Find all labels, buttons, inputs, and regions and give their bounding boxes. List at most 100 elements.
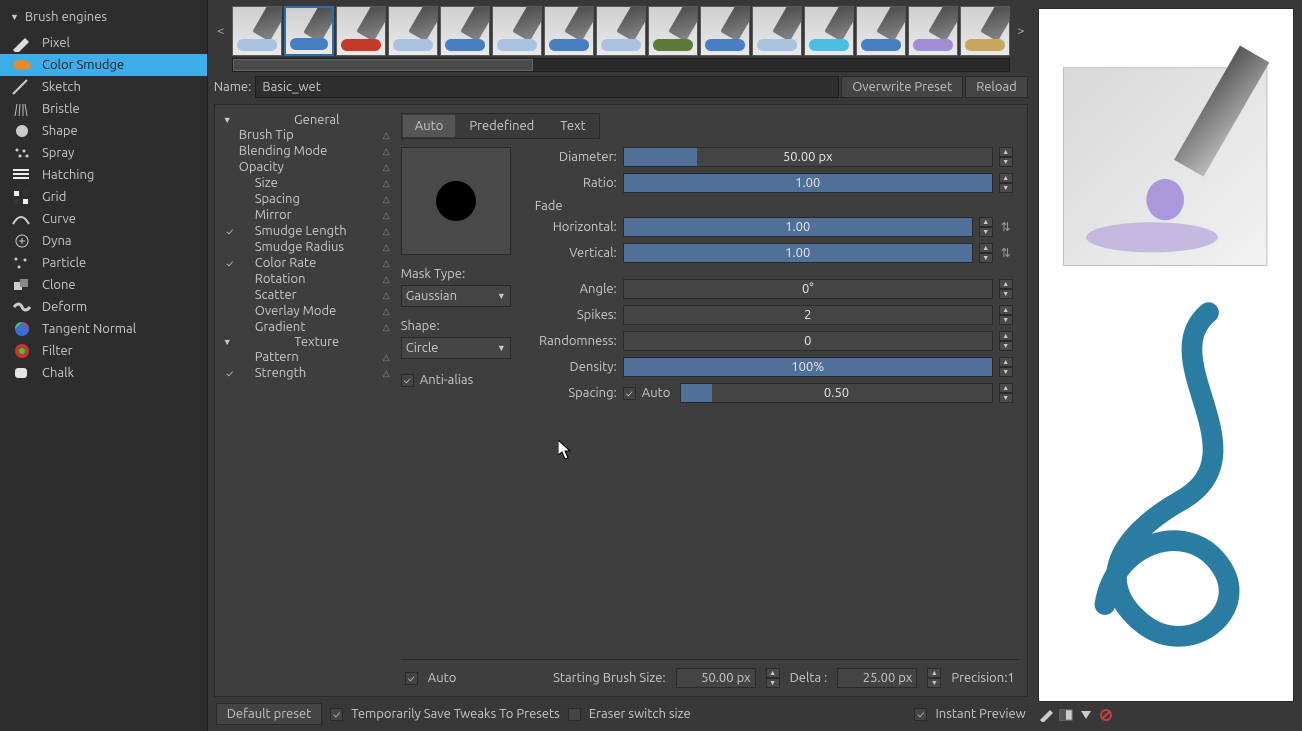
link-icon[interactable]: ⇅ xyxy=(999,246,1013,260)
tree-row[interactable]: Scatter△ xyxy=(223,287,393,303)
preset-thumb[interactable] xyxy=(856,6,906,56)
param-spin[interactable]: ▲▼ xyxy=(979,217,993,237)
param-spin[interactable]: ▲▼ xyxy=(999,147,1013,167)
engine-item-shape[interactable]: Shape xyxy=(0,120,207,142)
preset-thumb[interactable] xyxy=(908,6,958,56)
tree-row[interactable]: Gradient△ xyxy=(223,319,393,335)
param-spin[interactable]: ▲▼ xyxy=(979,243,993,263)
tree-row[interactable]: Rotation△ xyxy=(223,271,393,287)
param-slider[interactable]: 2 xyxy=(623,305,993,325)
preset-thumb[interactable] xyxy=(284,6,334,56)
param-spin[interactable]: ▲▼ xyxy=(999,383,1013,403)
param-slider[interactable]: 1.00 xyxy=(623,173,993,193)
shape-combo[interactable]: Circle▼ xyxy=(401,337,511,359)
sbs-spin[interactable]: ▲▼ xyxy=(766,668,780,688)
tree-row[interactable]: Mirror△ xyxy=(223,207,393,223)
preset-thumb[interactable] xyxy=(544,6,594,56)
fill-bg-button[interactable] xyxy=(1078,708,1094,725)
tree-row[interactable]: Brush Tip△ xyxy=(223,127,393,143)
engine-item-sketch[interactable]: Sketch xyxy=(0,76,207,98)
clear-button[interactable] xyxy=(1098,708,1114,725)
param-slider[interactable]: 100% xyxy=(623,357,993,377)
tab-text[interactable]: Text xyxy=(548,115,597,137)
param-slider[interactable]: 1.00 xyxy=(623,243,973,263)
antialias-row[interactable]: ✓ Anti-alias xyxy=(401,373,521,387)
param-spin[interactable]: ▲▼ xyxy=(999,279,1013,299)
reload-button[interactable]: Reload xyxy=(965,76,1028,98)
engine-item-curve[interactable]: Curve xyxy=(0,208,207,230)
engine-item-hatch[interactable]: Hatching xyxy=(0,164,207,186)
default-preset-button[interactable]: Default preset xyxy=(216,703,323,725)
param-slider[interactable]: 0 xyxy=(623,331,993,351)
presets-scroll-right[interactable]: > xyxy=(1014,24,1028,38)
preset-thumb[interactable] xyxy=(492,6,542,56)
delta-spinbox[interactable]: 25.00 px xyxy=(837,668,917,688)
preset-thumb[interactable] xyxy=(648,6,698,56)
param-spin[interactable]: ▲▼ xyxy=(999,357,1013,377)
engine-item-filter[interactable]: Filter xyxy=(0,340,207,362)
tree-check[interactable]: ✓ xyxy=(223,226,237,237)
tree-row[interactable]: Smudge Radius△ xyxy=(223,239,393,255)
preset-thumb[interactable] xyxy=(960,6,1010,56)
engine-item-spray[interactable]: Spray xyxy=(0,142,207,164)
antialias-checkbox[interactable]: ✓ xyxy=(401,374,414,387)
preset-thumb[interactable] xyxy=(700,6,750,56)
param-spin[interactable]: ▲▼ xyxy=(999,173,1013,193)
collapse-icon[interactable]: ▼ xyxy=(10,12,19,22)
preset-thumb[interactable] xyxy=(596,6,646,56)
preset-name-input[interactable] xyxy=(255,76,839,98)
tree-row[interactable]: ✓Strength△ xyxy=(223,365,393,381)
preset-thumb[interactable] xyxy=(336,6,386,56)
link-icon[interactable]: ⇅ xyxy=(999,220,1013,234)
preset-thumb[interactable] xyxy=(440,6,490,56)
scratchpad[interactable] xyxy=(1038,8,1294,702)
engine-item-chalk[interactable]: Chalk xyxy=(0,362,207,384)
engine-item-grid[interactable]: Grid xyxy=(0,186,207,208)
tree-row[interactable]: Opacity△ xyxy=(223,159,393,175)
tree-check[interactable]: ✓ xyxy=(223,368,237,379)
instant-checkbox[interactable]: ✓ xyxy=(914,708,927,721)
tree-row[interactable]: ✓Color Rate△ xyxy=(223,255,393,271)
param-spin[interactable]: ▲▼ xyxy=(999,305,1013,325)
engine-item-smudge[interactable]: Color Smudge xyxy=(0,54,207,76)
tree-row[interactable]: Size△ xyxy=(223,175,393,191)
fill-gradient-button[interactable] xyxy=(1058,708,1074,725)
tree-row[interactable]: Pattern△ xyxy=(223,349,393,365)
auto-precision-checkbox[interactable]: ✓ xyxy=(405,672,418,685)
engine-item-bristle[interactable]: Bristle xyxy=(0,98,207,120)
engine-item-tangent[interactable]: Tangent Normal xyxy=(0,318,207,340)
preset-scrollbar[interactable] xyxy=(232,58,1010,72)
overwrite-preset-button[interactable]: Overwrite Preset xyxy=(841,76,963,98)
engine-item-pixel[interactable]: Pixel xyxy=(0,32,207,54)
fill-brush-button[interactable] xyxy=(1038,708,1054,725)
eraser-checkbox[interactable] xyxy=(568,708,581,721)
tree-head-texture[interactable]: ▼Texture xyxy=(223,335,393,349)
tempsave-checkbox[interactable]: ✓ xyxy=(330,708,343,721)
engine-item-particle[interactable]: Particle xyxy=(0,252,207,274)
tree-row[interactable]: ✓Smudge Length△ xyxy=(223,223,393,239)
tree-check[interactable]: ✓ xyxy=(223,258,237,269)
param-spin[interactable]: ▲▼ xyxy=(999,331,1013,351)
masktype-combo[interactable]: Gaussian▼ xyxy=(401,285,511,307)
tab-predefined[interactable]: Predefined xyxy=(457,115,546,137)
spacing-auto-checkbox[interactable]: ✓ xyxy=(623,387,636,400)
preset-thumb[interactable] xyxy=(752,6,802,56)
tree-head-general[interactable]: ▼General xyxy=(223,113,393,127)
param-slider[interactable]: 0° xyxy=(623,279,993,299)
param-slider[interactable]: 50.00 px xyxy=(623,147,993,167)
engine-item-dyna[interactable]: Dyna xyxy=(0,230,207,252)
preset-thumb[interactable] xyxy=(388,6,438,56)
engine-item-deform[interactable]: Deform xyxy=(0,296,207,318)
tree-row[interactable]: Overlay Mode△ xyxy=(223,303,393,319)
sbs-spinbox[interactable]: 50.00 px xyxy=(676,668,756,688)
tree-row[interactable]: Spacing△ xyxy=(223,191,393,207)
engine-item-clone[interactable]: Clone xyxy=(0,274,207,296)
tree-row[interactable]: Blending Mode△ xyxy=(223,143,393,159)
param-slider[interactable]: 0.50 xyxy=(680,383,992,403)
param-slider[interactable]: 1.00 xyxy=(623,217,973,237)
preset-thumb[interactable] xyxy=(804,6,854,56)
preset-thumb[interactable] xyxy=(232,6,282,56)
presets-scroll-left[interactable]: < xyxy=(214,24,228,38)
tab-auto[interactable]: Auto xyxy=(403,115,456,137)
delta-spin[interactable]: ▲▼ xyxy=(927,668,941,688)
